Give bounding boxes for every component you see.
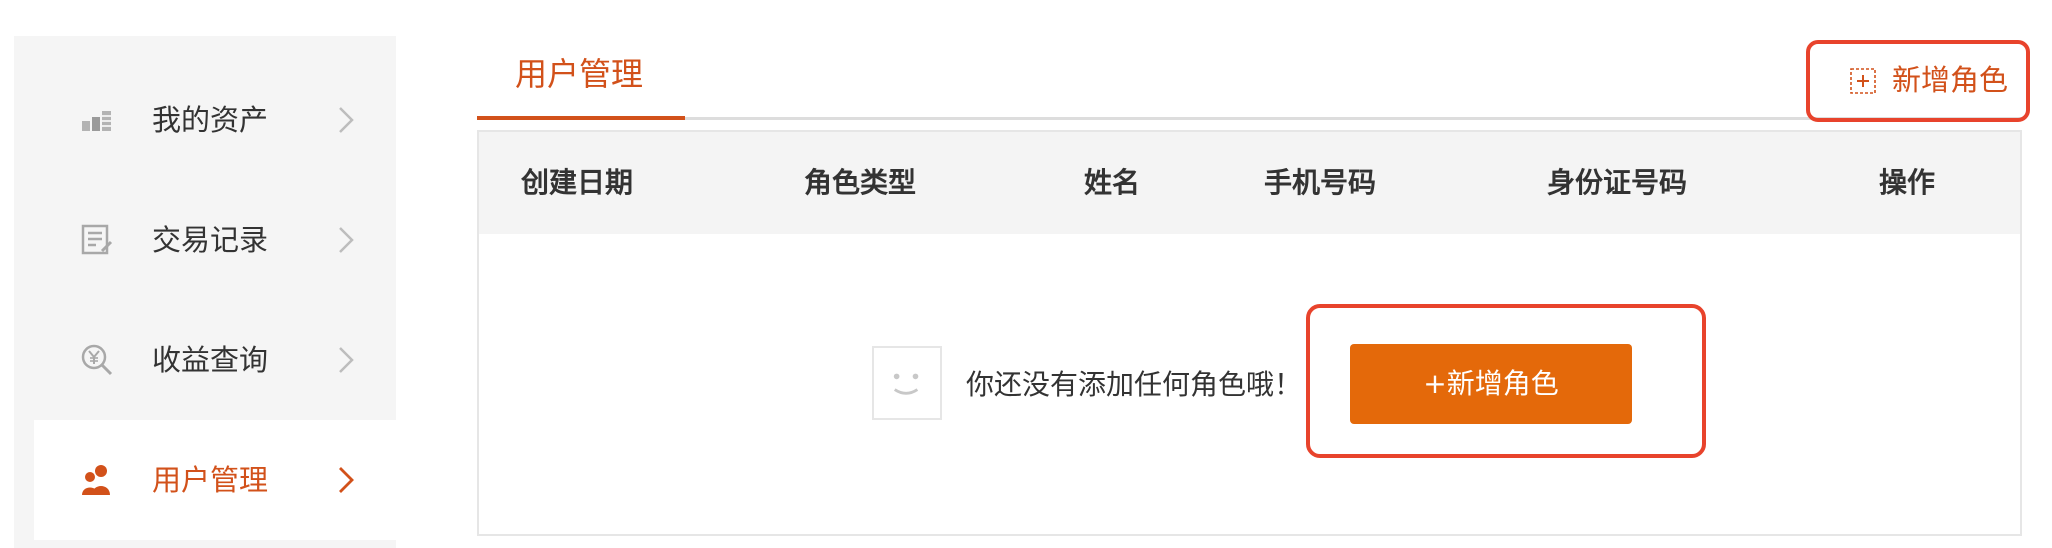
column-header-created-date: 创建日期 xyxy=(521,166,634,199)
tab-user-management[interactable]: 用户管理 xyxy=(477,36,685,122)
active-tab-indicator xyxy=(477,116,685,120)
roles-table: 创建日期 角色类型 姓名 手机号码 身份证号码 操作 你还没有添加任何角色哦！ xyxy=(477,130,2022,536)
column-header-role-type: 角色类型 xyxy=(804,166,917,199)
add-role-link[interactable]: 新增角色 xyxy=(1806,40,2030,122)
table-header: 创建日期 角色类型 姓名 手机号码 身份证号码 操作 xyxy=(479,132,2020,234)
chevron-right-icon xyxy=(339,467,354,493)
add-box-icon xyxy=(1850,68,1876,94)
users-icon xyxy=(82,465,110,495)
sidebar-item-label: 交易记录 xyxy=(152,223,269,257)
yen-search-icon xyxy=(81,344,113,376)
tab-bar: 用户管理 xyxy=(477,36,2022,122)
column-header-phone: 手机号码 xyxy=(1264,166,1377,199)
sidebar-item-label: 我的资产 xyxy=(152,103,269,137)
chevron-right-icon xyxy=(339,107,354,133)
sidebar-item-transactions[interactable]: 交易记录 xyxy=(14,180,396,300)
add-role-button[interactable]: +新增角色 xyxy=(1350,344,1632,424)
smiley-icon xyxy=(893,373,919,395)
add-role-label: 新增角色 xyxy=(1892,63,2009,97)
sidebar-item-label: 收益查询 xyxy=(152,343,269,377)
sidebar-item-label: 用户管理 xyxy=(152,463,269,497)
chevron-right-icon xyxy=(339,347,354,373)
sidebar-item-earnings[interactable]: 收益查询 xyxy=(14,300,396,420)
column-header-id-number: 身份证号码 xyxy=(1547,166,1688,199)
tab-label: 用户管理 xyxy=(515,55,644,93)
coins-icon xyxy=(82,111,111,131)
empty-state-icon xyxy=(872,346,942,420)
sidebar-item-user-management[interactable]: 用户管理 xyxy=(34,420,396,540)
column-header-actions: 操作 xyxy=(1879,166,1936,199)
record-list-icon xyxy=(81,224,113,255)
empty-state-message: 你还没有添加任何角色哦！ xyxy=(966,368,1303,401)
column-header-name: 姓名 xyxy=(1084,166,1141,199)
sidebar: 我的资产 交易记录 收益查询 用户管理 xyxy=(14,36,396,548)
chevron-right-icon xyxy=(339,227,354,253)
sidebar-item-my-assets[interactable]: 我的资产 xyxy=(14,60,396,180)
